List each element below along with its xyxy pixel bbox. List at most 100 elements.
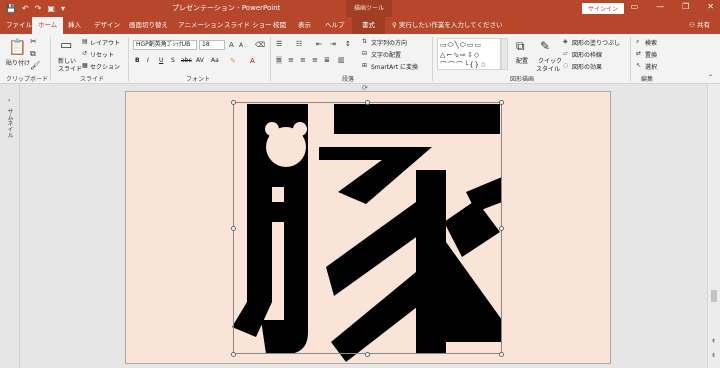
resize-handle[interactable]: [499, 226, 504, 231]
start-slideshow-icon[interactable]: ▣: [47, 3, 55, 14]
tab-transitions[interactable]: 画面切り替え: [129, 17, 168, 34]
align-right-icon[interactable]: ≡: [300, 56, 306, 64]
shape-outline-button[interactable]: 図形の枠線: [572, 50, 602, 59]
resize-handle[interactable]: [365, 352, 370, 357]
signin-button[interactable]: サインイン: [582, 3, 625, 14]
shrink-font-icon[interactable]: A: [239, 42, 243, 50]
ribbon-display-icon[interactable]: ▭: [631, 2, 639, 11]
divider: [432, 37, 433, 81]
shadow-button[interactable]: S: [171, 57, 175, 64]
columns-icon[interactable]: ▥: [338, 56, 345, 64]
shape-fill-button[interactable]: 図形の塗りつぶし: [572, 38, 620, 47]
tab-file[interactable]: ファイル: [6, 17, 32, 34]
undo-icon[interactable]: ↶: [22, 3, 29, 14]
format-painter-icon[interactable]: 🖌: [30, 62, 40, 70]
close-icon[interactable]: ✕: [707, 2, 714, 11]
bullets-icon[interactable]: ☰: [276, 40, 282, 48]
new-slide-icon[interactable]: ▭: [60, 39, 72, 52]
align-center-icon[interactable]: ≡: [288, 56, 294, 64]
rotate-handle-icon[interactable]: ⟳: [362, 84, 368, 92]
change-case-button[interactable]: Aa: [211, 57, 219, 64]
justify-icon[interactable]: ≡: [312, 56, 318, 64]
arrange-icon[interactable]: ⧉: [516, 40, 525, 52]
highlight-icon[interactable]: ✎: [230, 57, 236, 65]
divider: [270, 37, 271, 81]
tab-animations[interactable]: アニメーション: [178, 17, 223, 34]
cut-icon[interactable]: ✂: [30, 38, 37, 46]
divider: [50, 37, 51, 81]
underline-button[interactable]: U: [159, 57, 163, 64]
tab-help[interactable]: ヘルプ: [325, 17, 345, 34]
layout-button[interactable]: レイアウト: [90, 38, 120, 47]
font-color-icon[interactable]: A: [250, 57, 255, 65]
tab-format[interactable]: 書式: [352, 17, 385, 34]
resize-handle[interactable]: [231, 100, 236, 105]
replace-button[interactable]: 置換: [645, 50, 657, 59]
resize-handle[interactable]: [499, 100, 504, 105]
slide[interactable]: [125, 91, 611, 364]
bold-button[interactable]: B: [135, 57, 140, 64]
scrollbar-thumb[interactable]: [711, 290, 717, 302]
title-bar: 💾 ↶ ↷ ▣ ▾ プレゼンテーション - PowerPoint 描画ツール サ…: [0, 0, 720, 17]
resize-handle[interactable]: [231, 226, 236, 231]
text-direction-button[interactable]: 文字列の方向: [371, 38, 407, 47]
section-button[interactable]: セクション: [90, 62, 120, 71]
copy-icon[interactable]: ⧉: [30, 50, 36, 58]
tell-me-search[interactable]: ♀ 実行したい作業を入力してください: [392, 17, 502, 34]
quick-access-toolbar: 💾 ↶ ↷ ▣ ▾: [6, 3, 65, 14]
selection-frame[interactable]: [233, 102, 502, 354]
font-name-dropdown[interactable]: HGP創英角ｺﾞｼｯｸUB: [133, 40, 197, 50]
save-icon[interactable]: 💾: [6, 3, 16, 14]
vertical-scrollbar[interactable]: ⇞ ⇟: [707, 84, 720, 368]
share-button[interactable]: ⚇ 共有: [689, 17, 710, 34]
customize-qat-icon[interactable]: ▾: [61, 3, 65, 14]
next-slide-icon[interactable]: ⇟: [711, 352, 716, 359]
decrease-indent-icon[interactable]: ⇤: [316, 40, 322, 48]
window-controls: ▭ — ❐ ✕: [631, 2, 714, 11]
distribute-icon[interactable]: ≣: [324, 56, 330, 64]
tab-review[interactable]: 校閲: [273, 17, 286, 34]
find-button[interactable]: 検索: [645, 38, 657, 47]
grow-font-icon[interactable]: A: [229, 41, 234, 49]
strikethrough-button[interactable]: abc: [181, 57, 192, 64]
resize-handle[interactable]: [365, 100, 370, 105]
tab-design[interactable]: デザイン: [94, 17, 120, 34]
tab-home[interactable]: ホーム: [32, 17, 64, 34]
resize-handle[interactable]: [231, 352, 236, 357]
paste-label[interactable]: 貼り付け: [6, 58, 30, 67]
font-size-dropdown[interactable]: 18: [199, 40, 225, 50]
redo-icon[interactable]: ↷: [35, 3, 42, 14]
tab-slideshow[interactable]: スライド ショー: [224, 17, 272, 34]
expand-thumbnails-icon[interactable]: ›: [8, 97, 10, 105]
line-spacing-icon[interactable]: ↕: [345, 40, 351, 48]
collapse-ribbon-icon[interactable]: ⌃: [708, 74, 713, 82]
quick-styles-icon[interactable]: ✎: [540, 40, 550, 52]
shapes-gallery[interactable]: ▭⬭╲⬭▭▭ △⌐⬂⇨⇩◇ ⌒⌒⌒╰{}☆: [437, 38, 501, 70]
clear-format-icon[interactable]: ⌫: [255, 41, 265, 49]
numbering-icon[interactable]: ☷: [296, 40, 302, 48]
shape-effects-button[interactable]: 図形の効果: [572, 62, 602, 71]
font-group-label: フォント: [186, 76, 211, 83]
align-left-icon[interactable]: ≡: [276, 56, 282, 64]
char-spacing-button[interactable]: AV: [196, 57, 204, 64]
thumbnails-label[interactable]: サムネイル: [5, 108, 14, 138]
divider: [630, 37, 631, 81]
shapes-gallery-scroll[interactable]: [501, 38, 508, 70]
previous-slide-icon[interactable]: ⇞: [711, 338, 716, 345]
new-slide-label-2[interactable]: スライド: [58, 64, 82, 73]
tab-view[interactable]: 表示: [298, 17, 311, 34]
arrange-button[interactable]: 配置: [516, 56, 528, 65]
restore-icon[interactable]: ❐: [682, 2, 689, 11]
search-icon: ⌕: [636, 38, 640, 45]
convert-smartart-button[interactable]: SmartArt に変換: [371, 62, 418, 71]
quick-styles-button-2[interactable]: スタイル: [536, 64, 560, 73]
resize-handle[interactable]: [499, 352, 504, 357]
increase-indent-icon[interactable]: ⇥: [330, 40, 336, 48]
italic-button[interactable]: I: [147, 57, 149, 64]
select-button[interactable]: 選択: [645, 62, 657, 71]
align-text-button[interactable]: 文字の配置: [371, 50, 401, 59]
minimize-icon[interactable]: —: [656, 2, 664, 11]
paste-icon[interactable]: 📋: [8, 40, 27, 55]
reset-button[interactable]: リセット: [90, 50, 114, 59]
tab-insert[interactable]: 挿入: [68, 17, 81, 34]
